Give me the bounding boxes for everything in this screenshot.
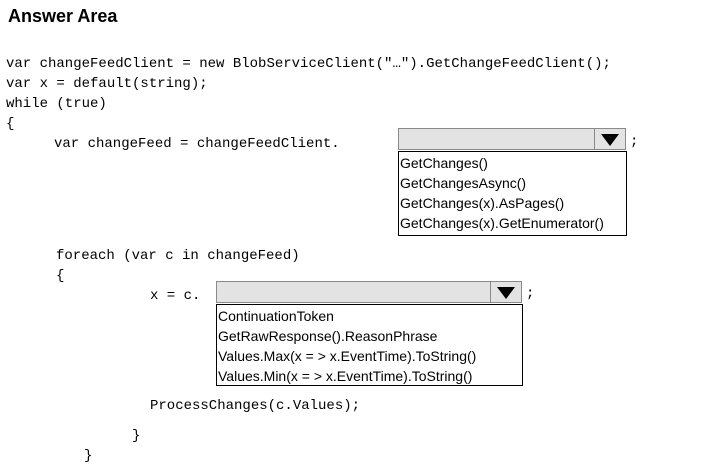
changefeed-method-options: GetChanges() GetChangesAsync() GetChange… (398, 151, 627, 236)
semicolon: ; (526, 286, 535, 302)
option-values-max[interactable]: Values.Max(x = > x.EventTime).ToString() (218, 346, 522, 366)
option-reason-phrase[interactable]: GetRawResponse().ReasonPhrase (218, 326, 522, 346)
code-line-changefeed: var changeFeed = changeFeedClient. (54, 136, 340, 152)
code-line-var-x: var x = default(string); (6, 76, 208, 92)
semicolon: ; (630, 134, 639, 150)
code-line-while: while (true) (6, 96, 107, 112)
triangle-down-icon (601, 134, 619, 146)
option-values-min[interactable]: Values.Min(x = > x.EventTime).ToString() (218, 366, 522, 386)
dropdown-arrow-button[interactable] (490, 282, 521, 302)
property-dropdown[interactable] (216, 281, 522, 303)
code-line-foreach-brace: { (56, 268, 65, 284)
dropdown-arrow-button[interactable] (594, 129, 625, 149)
code-line-close-while: } (84, 448, 93, 464)
option-get-changes-get-enumerator[interactable]: GetChanges(x).GetEnumerator() (400, 213, 626, 233)
code-line-foreach: foreach (var c in changeFeed) (56, 248, 300, 264)
option-get-changes[interactable]: GetChanges() (400, 153, 626, 173)
code-line-assign-x: x = c. (150, 288, 201, 304)
option-get-changes-async[interactable]: GetChangesAsync() (400, 173, 626, 193)
code-line-close-foreach: } (132, 428, 141, 444)
triangle-down-icon (497, 287, 515, 299)
option-get-changes-as-pages[interactable]: GetChanges(x).AsPages() (400, 193, 626, 213)
changefeed-method-dropdown[interactable] (398, 128, 626, 150)
answer-area-title: Answer Area (8, 6, 118, 26)
code-line-client: var changeFeedClient = new BlobServiceCl… (6, 56, 611, 72)
option-continuation-token[interactable]: ContinuationToken (218, 306, 522, 326)
property-options: ContinuationToken GetRawResponse().Reaso… (216, 304, 523, 386)
code-line-process-changes: ProcessChanges(c.Values); (150, 398, 361, 414)
code-line-open-brace: { (6, 116, 15, 132)
